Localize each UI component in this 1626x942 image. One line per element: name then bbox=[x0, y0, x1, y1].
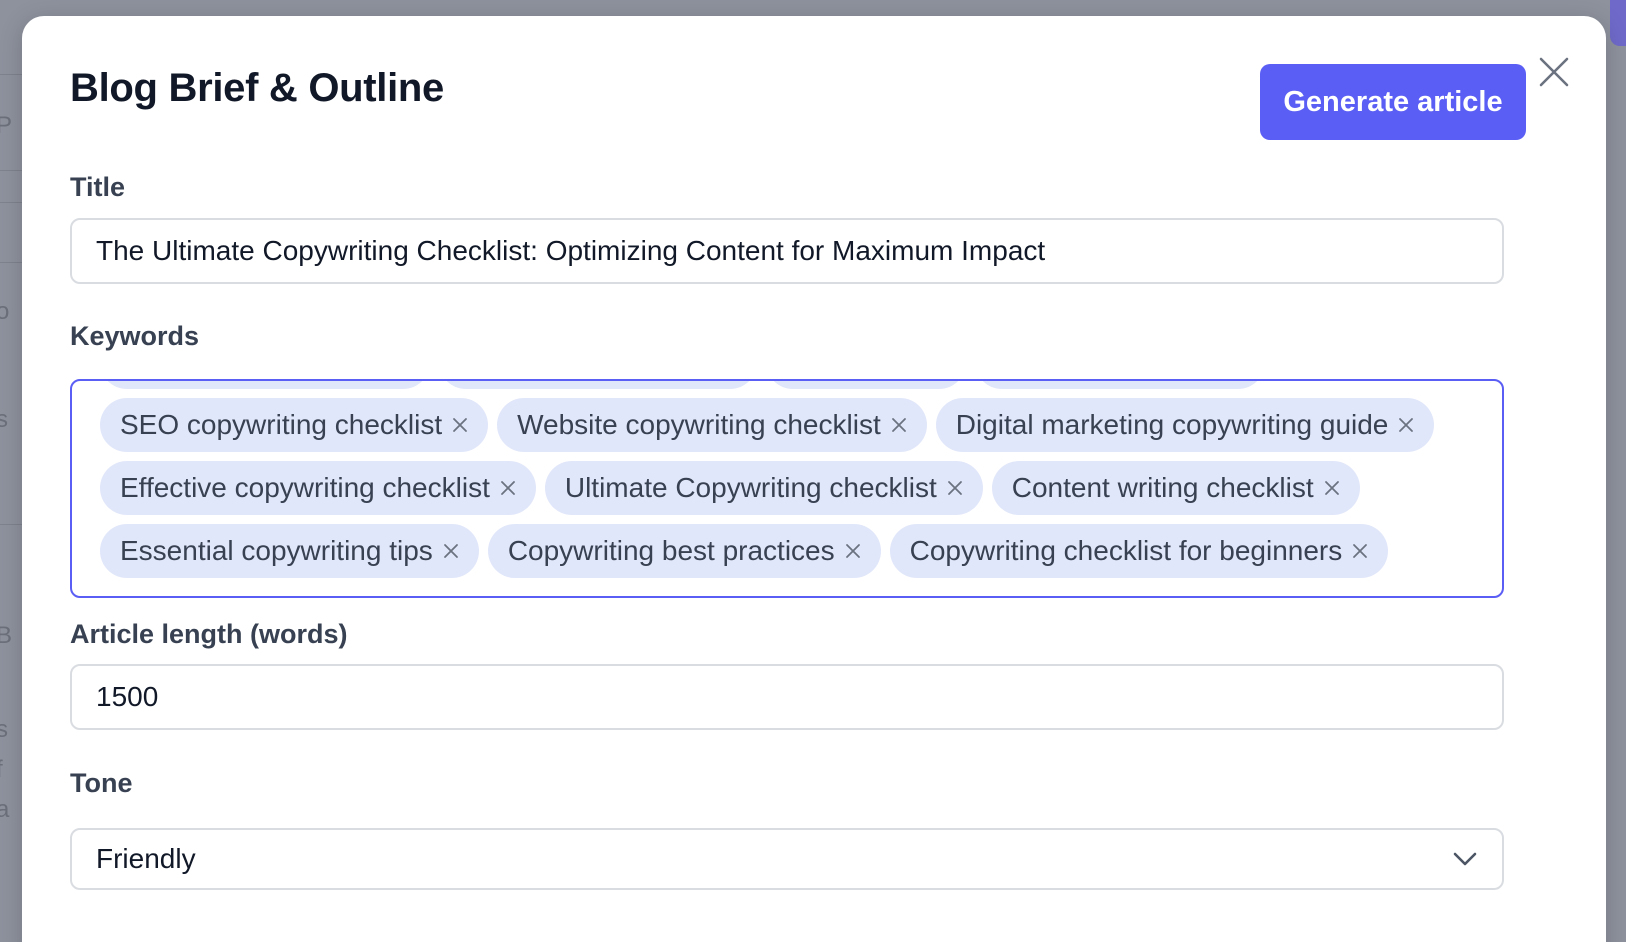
x-icon bbox=[1353, 544, 1368, 558]
keyword-tag-scrolled bbox=[439, 381, 757, 389]
keyword-tag: Copywriting checklist for beginners bbox=[889, 524, 1389, 578]
keyword-tag: Essential copywriting tips bbox=[100, 524, 479, 578]
x-icon bbox=[1399, 418, 1414, 432]
remove-keyword-button[interactable] bbox=[843, 541, 863, 561]
tone-select[interactable]: Friendly bbox=[70, 828, 1504, 890]
keyword-tag: SEO copywriting checklist bbox=[100, 398, 489, 452]
keyword-tag: Content writing checklist bbox=[991, 461, 1360, 515]
keyword-tag-scrolled bbox=[100, 381, 430, 389]
article-length-label: Article length (words) bbox=[70, 619, 348, 649]
chevron-down-icon bbox=[1453, 852, 1477, 866]
remove-keyword-button[interactable] bbox=[1350, 541, 1370, 561]
modal-title: Blog Brief & Outline bbox=[70, 66, 445, 110]
x-icon bbox=[1324, 481, 1339, 495]
keywords-input[interactable]: SEO copywriting checklist Website copywri… bbox=[70, 379, 1504, 598]
background-text-fragment: f bbox=[0, 756, 3, 784]
keyword-tag-label: Website copywriting checklist bbox=[517, 409, 881, 440]
close-icon bbox=[1539, 57, 1569, 87]
blog-brief-modal: Blog Brief & Outline Generate article Ti… bbox=[22, 16, 1606, 942]
keyword-tag-list: SEO copywriting checklist Website copywri… bbox=[100, 381, 1482, 578]
keyword-tag-label: Effective copywriting checklist bbox=[120, 472, 490, 503]
article-length-input[interactable]: 1500 bbox=[70, 664, 1504, 730]
x-icon bbox=[891, 418, 906, 432]
title-input[interactable]: The Ultimate Copywriting Checklist: Opti… bbox=[70, 218, 1504, 284]
remove-keyword-button[interactable] bbox=[450, 415, 470, 435]
x-icon bbox=[453, 418, 468, 432]
x-icon bbox=[500, 481, 515, 495]
remove-keyword-button[interactable] bbox=[1322, 478, 1342, 498]
keyword-tag-label: SEO copywriting checklist bbox=[120, 409, 443, 440]
keyword-tag-scrolled bbox=[975, 381, 1265, 389]
keyword-tag-scrolled bbox=[766, 381, 966, 389]
background-text-fragment: l bbox=[0, 352, 1, 380]
title-label: Title bbox=[70, 172, 126, 202]
background-text-fragment: a bbox=[0, 796, 10, 823]
generate-article-button[interactable]: Generate article bbox=[1260, 64, 1526, 140]
keyword-tag-label: Content writing checklist bbox=[1011, 472, 1314, 503]
close-button[interactable] bbox=[1536, 54, 1572, 90]
remove-keyword-button[interactable] bbox=[889, 415, 909, 435]
keyword-tag: Copywriting best practices bbox=[487, 524, 881, 578]
remove-keyword-button[interactable] bbox=[945, 478, 965, 498]
keyword-tag: Ultimate Copywriting checklist bbox=[544, 461, 983, 515]
background-text-fragment: s bbox=[0, 716, 8, 743]
keyword-tag-label: Essential copywriting tips bbox=[120, 535, 433, 566]
x-icon bbox=[845, 544, 860, 558]
background-text-fragment: P bbox=[0, 112, 13, 139]
background-text-fragment: s bbox=[0, 406, 8, 433]
tone-label: Tone bbox=[70, 768, 133, 798]
x-icon bbox=[443, 544, 458, 558]
background-corner-badge bbox=[1610, 0, 1626, 46]
background-text-fragment: B bbox=[0, 622, 13, 649]
remove-keyword-button[interactable] bbox=[498, 478, 518, 498]
keyword-tag: Digital marketing copywriting guide bbox=[935, 398, 1435, 452]
background-text-fragment: o bbox=[0, 298, 10, 325]
keyword-tag-label: Ultimate Copywriting checklist bbox=[564, 472, 937, 503]
keyword-tag-label: Copywriting checklist for beginners bbox=[909, 535, 1343, 566]
keyword-tag: Website copywriting checklist bbox=[497, 398, 927, 452]
keyword-tag-label: Copywriting best practices bbox=[507, 535, 835, 566]
remove-keyword-button[interactable] bbox=[441, 541, 461, 561]
x-icon bbox=[947, 481, 962, 495]
remove-keyword-button[interactable] bbox=[1396, 415, 1416, 435]
keyword-tag-label: Digital marketing copywriting guide bbox=[955, 409, 1389, 440]
keywords-label: Keywords bbox=[70, 321, 200, 351]
tone-selected-value: Friendly bbox=[96, 843, 196, 874]
keyword-tag: Effective copywriting checklist bbox=[100, 461, 536, 515]
